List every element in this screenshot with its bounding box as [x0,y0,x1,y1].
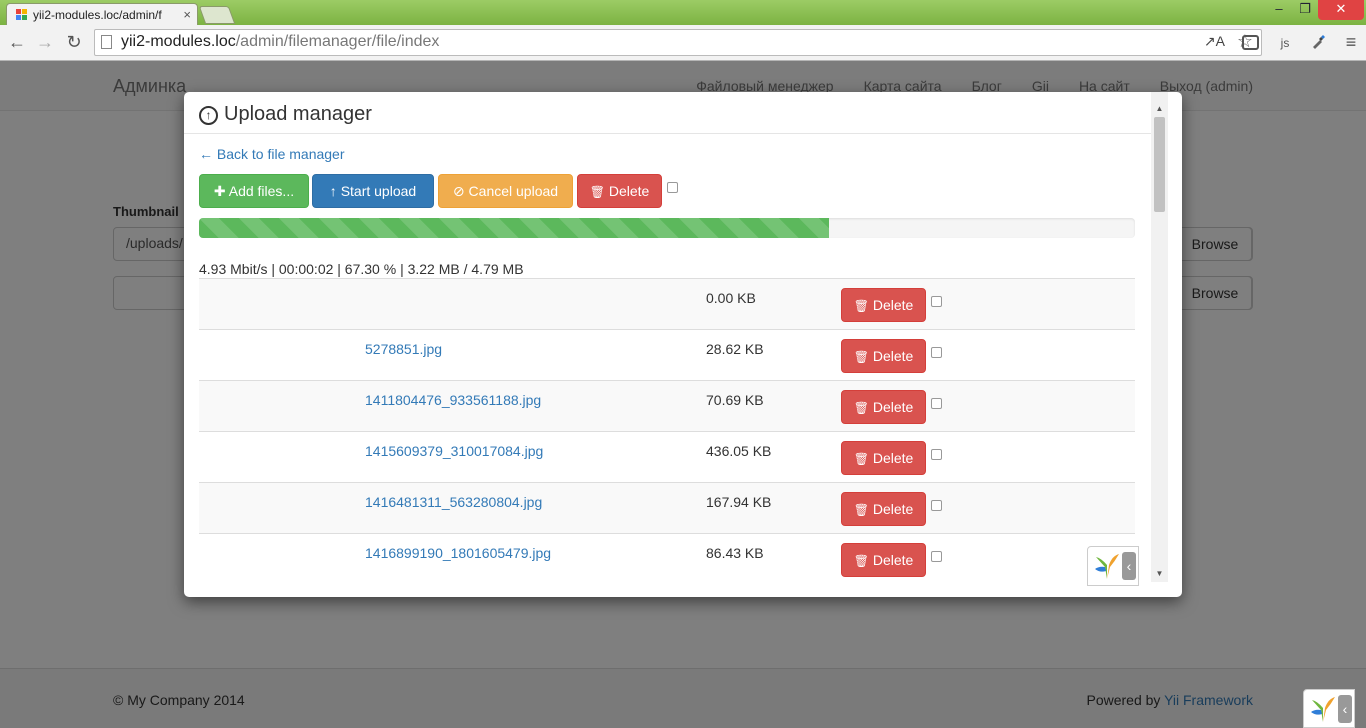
menu-icon[interactable]: ≡ [1341,33,1361,53]
file-row: 1416481311_563280804.jpg 167.94 KB 🗑 Delet… [199,482,1135,533]
collapse-toolbar-icon[interactable]: ‹ [1338,695,1352,723]
file-row: 1415609379_310017084.jpg 436.05 KB 🗑 Delet… [199,431,1135,482]
scroll-down-icon[interactable]: ▼ [1151,565,1168,582]
modal-header: ↑ Upload manager [184,92,1151,134]
new-tab-button[interactable] [198,6,236,24]
delete-file-button[interactable]: 🗑 Delete [841,390,926,424]
address-bar[interactable]: yii2-modules.loc/admin/filemanager/file/… [94,29,1262,56]
file-select-checkbox[interactable] [931,398,942,409]
delete-file-button[interactable]: 🗑 Delete [841,543,926,577]
extension-icon[interactable] [1242,35,1259,50]
select-all-checkbox[interactable] [667,182,678,193]
trash-icon: 🗑 [853,401,869,415]
start-upload-label: Start upload [340,183,417,199]
delete-label: Delete [872,399,914,415]
modal-title: ↑ Upload manager [199,103,372,126]
file-name-link[interactable]: 1415609379_310017084.jpg [365,443,543,459]
cancel-icon: ⊘ [452,183,465,199]
upload-icon: ↑ [329,183,337,199]
yii-debug-toolbar[interactable]: ‹ [1087,546,1139,586]
delete-label: Delete [872,450,914,466]
file-select-checkbox[interactable] [931,449,942,460]
upload-progress-bar [199,218,829,238]
delete-file-button[interactable]: 🗑 Delete [841,441,926,475]
file-row: 1416899190_1801605479.jpg 86.43 KB 🗑 Delet… [199,533,1135,584]
js-extension-icon[interactable]: js [1275,33,1295,53]
file-size: 167.94 KB [706,494,772,510]
file-select-checkbox[interactable] [931,296,942,307]
delete-file-button[interactable]: 🗑 Delete [841,339,926,373]
upload-manager-modal: ↑ Upload manager ← Back to file manager ✚… [184,92,1182,597]
trash-icon: 🗑 [853,503,869,517]
scroll-up-icon[interactable]: ▲ [1151,100,1168,117]
translate-icon[interactable]: ↗A [1204,33,1225,50]
file-size: 86.43 KB [706,545,764,561]
forward-arrow-icon[interactable]: → [34,31,56,53]
plus-icon: ✚ [213,183,226,199]
window-minimize-button[interactable]: – [1266,0,1292,20]
delete-selected-button[interactable]: 🗑 Delete [577,174,662,208]
trash-icon: 🗑 [853,350,869,364]
file-row: 1411804476_933561188.jpg 70.69 KB 🗑 Delete [199,380,1135,431]
reload-icon[interactable]: ↻ [63,31,85,53]
back-to-file-manager-link[interactable]: ← Back to file manager [199,146,345,162]
back-arrow-icon[interactable]: ← [6,31,28,53]
window-maximize-button[interactable]: ❐ [1292,0,1318,20]
collapse-toolbar-icon[interactable]: ‹ [1122,552,1136,580]
file-select-checkbox[interactable] [931,500,942,511]
modal-title-text: Upload manager [224,103,372,125]
upload-progress [199,218,1135,238]
yii-debug-toolbar-page[interactable]: ‹ [1303,689,1355,728]
add-files-button[interactable]: ✚ Add files... [199,174,309,208]
file-size: 70.69 KB [706,392,764,408]
start-upload-button[interactable]: ↑ Start upload [312,174,434,208]
file-size: 0.00 KB [706,290,756,306]
url-path: /admin/filemanager/file/index [235,33,440,50]
eyedropper-icon[interactable] [1309,33,1329,53]
file-name-link[interactable]: 1416481311_563280804.jpg [365,494,542,510]
delete-file-button[interactable]: 🗑 Delete [841,492,926,526]
upload-stats: 4.93 Mbit/s | 00:00:02 | 67.30 % | 3.22 … [199,261,524,277]
window-close-button[interactable]: ✕ [1318,0,1364,20]
file-name-link[interactable]: 5278851.jpg [365,341,442,357]
file-size: 28.62 KB [706,341,764,357]
delete-label: Delete [608,183,650,199]
cancel-upload-button[interactable]: ⊘ Cancel upload [438,174,573,208]
yii-logo-icon [1095,554,1119,579]
modal-scrollbar[interactable]: ▲ ▼ [1151,92,1168,582]
delete-label: Delete [872,297,914,313]
browser-tabbar: yii2-modules.loc/admin/f × – ❐ ✕ [0,0,1366,25]
browser-toolbar: ← → ↻ yii2-modules.loc/admin/filemanager… [0,25,1366,61]
file-select-checkbox[interactable] [931,551,942,562]
cancel-upload-label: Cancel upload [468,183,559,199]
trash-icon: 🗑 [853,452,869,466]
browser-tab[interactable]: yii2-modules.loc/admin/f × [6,3,198,25]
yii-logo-icon [1311,697,1335,722]
file-name-link[interactable]: 1416899190_1801605479.jpg [365,545,551,561]
delete-file-button[interactable]: 🗑 Delete [841,288,926,322]
file-name-link[interactable]: 1411804476_933561188.jpg [365,392,541,408]
file-row: 5278851.jpg 28.62 KB 🗑 Delete [199,329,1135,380]
delete-label: Delete [872,348,914,364]
trash-icon: 🗑 [853,299,869,313]
favicon-icon [16,9,28,21]
file-table: 0.00 KB 🗑 Delete 5278851.jpg 28.62 KB 🗑 Dele… [199,278,1135,584]
tab-close-icon[interactable]: × [183,7,191,22]
file-row: 0.00 KB 🗑 Delete [199,278,1135,329]
tab-title: yii2-modules.loc/admin/f [33,8,162,22]
file-select-checkbox[interactable] [931,347,942,358]
trash-icon: 🗑 [589,185,605,199]
add-files-label: Add files... [228,183,295,199]
page-icon [101,35,112,49]
upload-circle-icon: ↑ [199,106,218,125]
trash-icon: 🗑 [853,554,869,568]
url-host: yii2-modules.loc [121,33,236,50]
delete-label: Delete [872,552,914,568]
file-size: 436.05 KB [706,443,772,459]
delete-label: Delete [872,501,914,517]
scrollbar-thumb[interactable] [1154,117,1165,212]
